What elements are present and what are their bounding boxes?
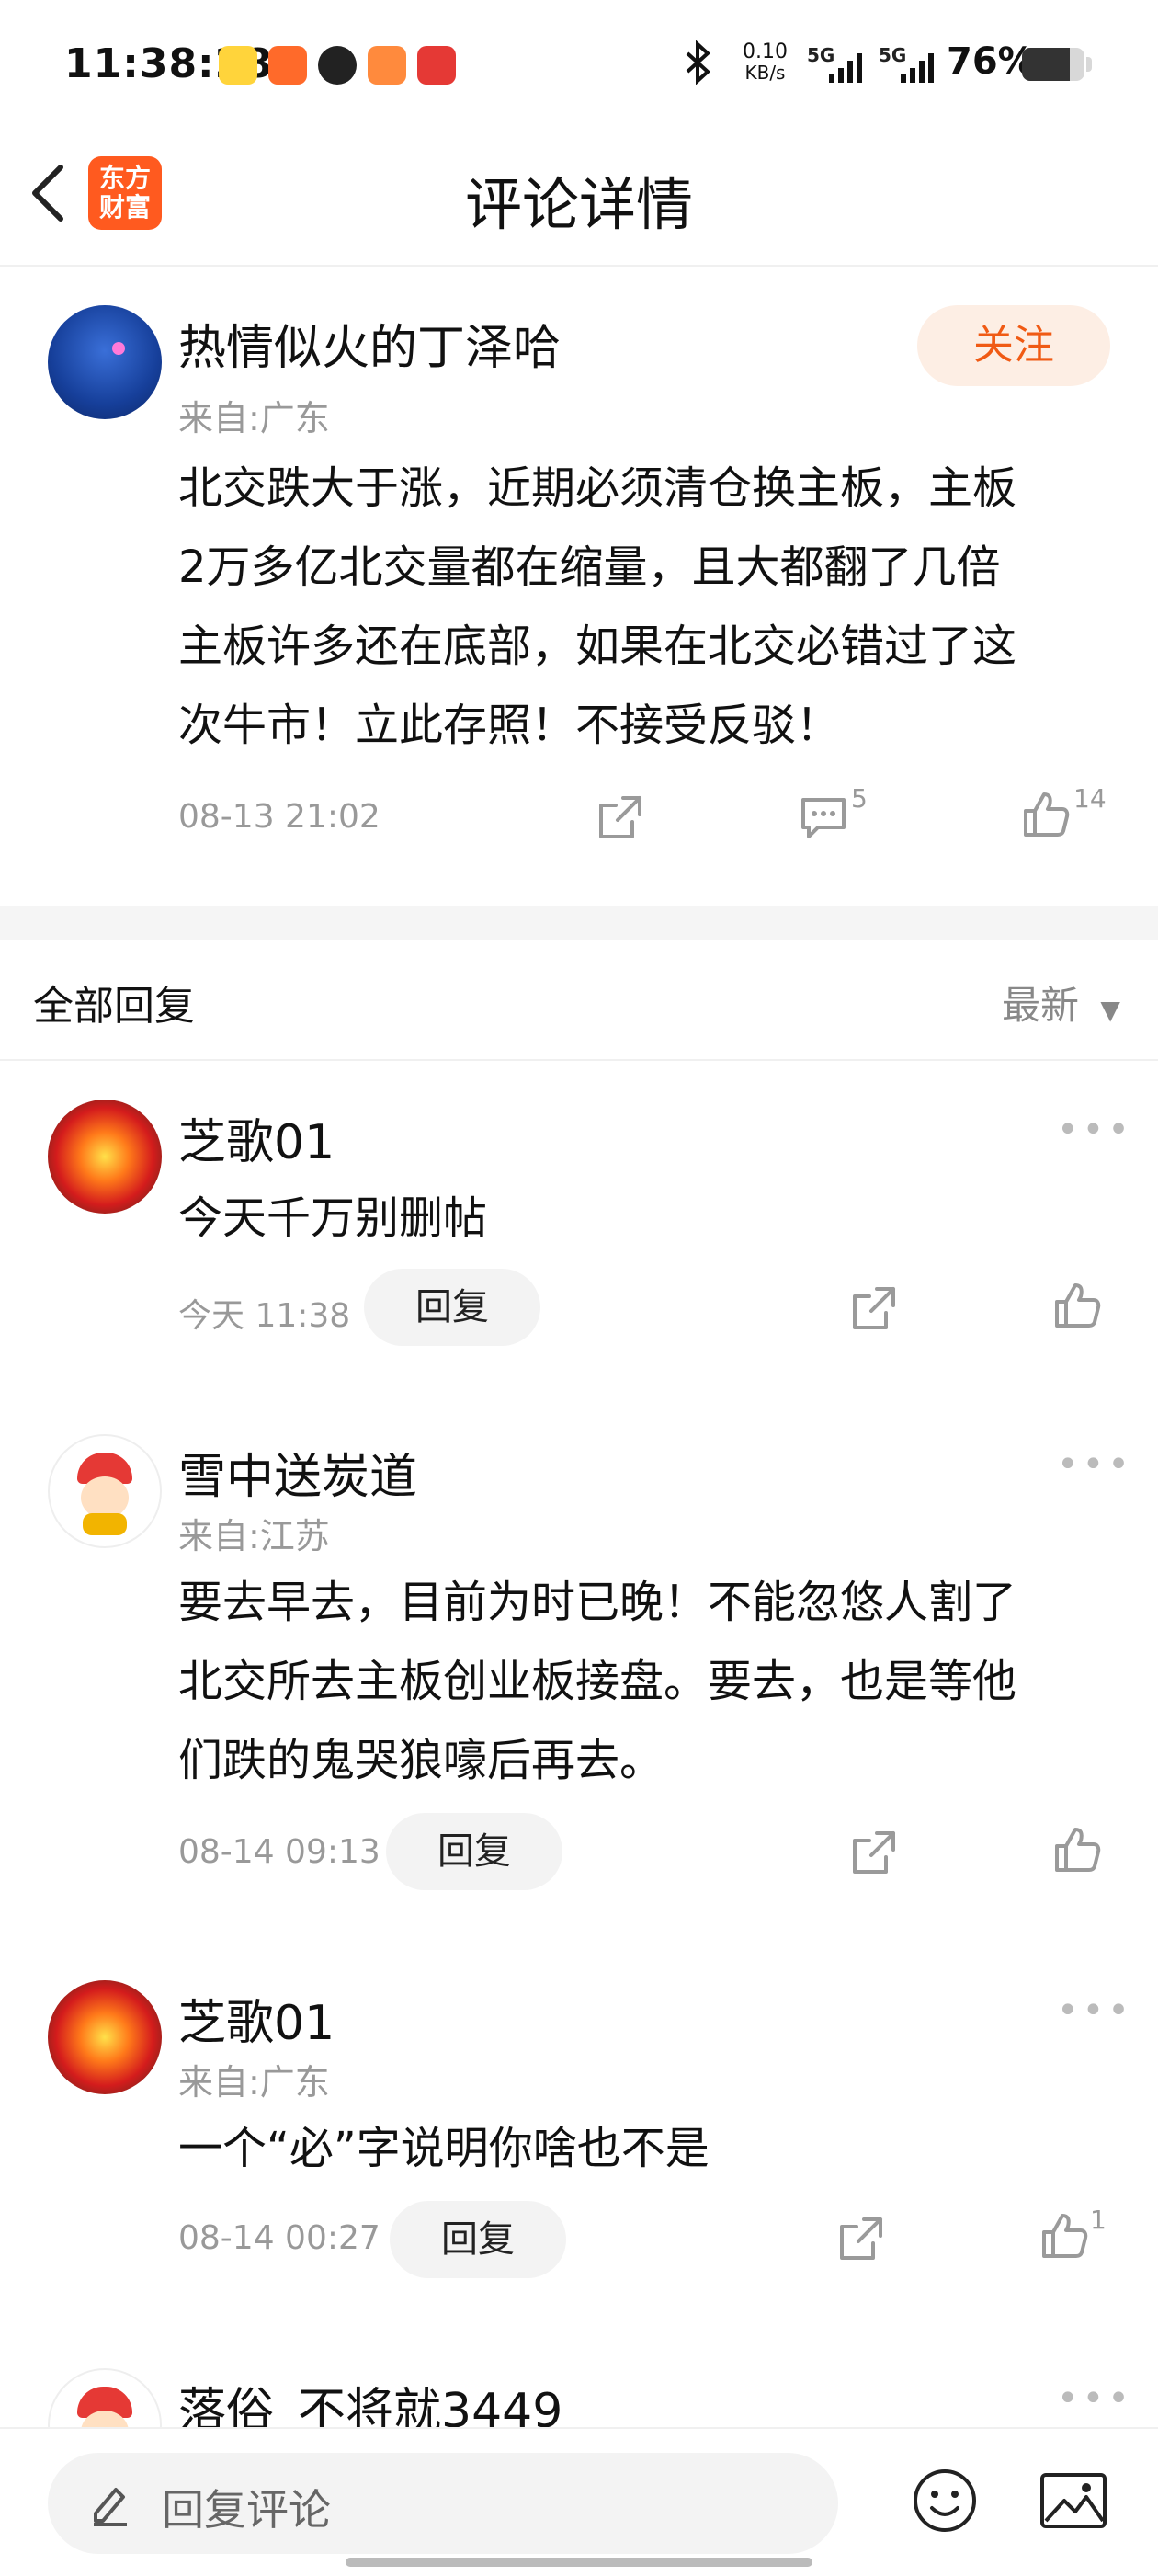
sort-label: 最新 bbox=[1002, 983, 1080, 1028]
caret-down-icon: ▼ bbox=[1100, 995, 1120, 1025]
like-count: 14 bbox=[1073, 783, 1107, 814]
like-icon[interactable] bbox=[1020, 789, 1072, 840]
reply-button[interactable]: 回复 bbox=[364, 1269, 540, 1346]
app-notification-icon bbox=[318, 46, 357, 85]
like-icon[interactable] bbox=[1051, 1824, 1103, 1875]
reply-input-placeholder: 回复评论 bbox=[162, 2485, 331, 2535]
avatar-accent bbox=[112, 342, 125, 355]
reply-content: 今天千万别删帖 bbox=[178, 1179, 487, 1258]
content-line: 北交所去主板创业板接盘。要去，也是等他 bbox=[178, 1656, 1017, 1707]
content-line: 次牛市！立此存照！不接受反驳！ bbox=[178, 700, 841, 751]
reply-author-avatar[interactable] bbox=[48, 1434, 162, 1548]
content-line: 们跌的鬼哭狼嚎后再去。 bbox=[178, 1735, 664, 1786]
app-notification-icon bbox=[417, 46, 456, 85]
content-line: 北交跌大于涨，近期必须清仓换主板，主板 bbox=[178, 462, 1017, 514]
reply-location: 来自:广东 bbox=[178, 2062, 330, 2103]
share-icon[interactable] bbox=[849, 1283, 899, 1333]
more-options-icon[interactable]: ••• bbox=[1057, 1109, 1133, 1151]
image-icon[interactable] bbox=[1039, 2468, 1108, 2537]
more-options-icon[interactable]: ••• bbox=[1057, 1989, 1133, 2032]
reply-author-name[interactable]: 芝歌01 bbox=[178, 1103, 335, 1172]
content-line: 要去早去，目前为时已晚！不能忽悠人割了 bbox=[178, 1577, 1017, 1628]
app-notification-icon bbox=[268, 46, 307, 85]
share-icon[interactable] bbox=[596, 792, 645, 842]
pencil-icon bbox=[88, 2480, 132, 2530]
reply-location: 来自:江苏 bbox=[178, 1516, 330, 1556]
post-time: 08-13 21:02 bbox=[178, 798, 380, 836]
emoji-icon[interactable] bbox=[910, 2466, 980, 2539]
reply-author-name[interactable]: 雪中送炭道 bbox=[178, 1438, 417, 1507]
reply-time: 今天 11:38 bbox=[178, 1297, 351, 1335]
share-icon[interactable] bbox=[849, 1828, 899, 1877]
app-notification-icon bbox=[368, 46, 406, 85]
net-speed: 0.10 KB/s bbox=[743, 40, 788, 84]
reply-content: 要去早去，目前为时已晚！不能忽悠人割了 北交所去主板创业板接盘。要去，也是等他 … bbox=[178, 1563, 1134, 1800]
reply-button[interactable]: 回复 bbox=[390, 2201, 566, 2278]
more-options-icon[interactable]: ••• bbox=[1057, 1443, 1133, 1486]
battery-cap bbox=[1086, 57, 1092, 72]
status-bar: 11:38:28 0.10 KB/s 5G 5G 76% bbox=[0, 0, 1158, 138]
content-line: 一个“必”字说明你啥也不是 bbox=[178, 2123, 710, 2174]
reply-time: 08-14 09:13 bbox=[178, 1833, 380, 1871]
sort-dropdown[interactable]: 最新 ▼ bbox=[1002, 975, 1120, 1031]
section-separator bbox=[0, 906, 1158, 940]
share-icon[interactable] bbox=[836, 2214, 886, 2263]
bluetooth-icon bbox=[680, 40, 717, 94]
comment-icon[interactable] bbox=[798, 792, 849, 842]
header-divider bbox=[0, 265, 1158, 267]
like-icon[interactable] bbox=[1051, 1280, 1103, 1331]
like-icon[interactable] bbox=[1039, 2210, 1090, 2262]
all-replies-title: 全部回复 bbox=[33, 983, 195, 1030]
page-title: 评论详情 bbox=[464, 171, 693, 238]
reply-author-avatar[interactable] bbox=[48, 1980, 162, 2094]
more-options-icon[interactable]: ••• bbox=[1057, 2377, 1133, 2420]
content-line: 主板许多还在底部，如果在北交必错过了这 bbox=[178, 621, 1017, 672]
battery-icon bbox=[1022, 48, 1084, 81]
app-notification-icon bbox=[219, 46, 257, 85]
signal-icon bbox=[899, 51, 937, 86]
comment-count: 5 bbox=[851, 783, 868, 814]
reply-button[interactable]: 回复 bbox=[386, 1813, 562, 1890]
reply-time: 08-14 00:27 bbox=[178, 2219, 380, 2257]
post-location: 来自:广东 bbox=[178, 398, 330, 439]
reply-author-avatar[interactable] bbox=[48, 1100, 162, 1214]
post-author-name[interactable]: 热情似火的丁泽哈 bbox=[178, 309, 561, 378]
reply-author-name[interactable]: 芝歌01 bbox=[178, 1984, 335, 2053]
section-divider bbox=[0, 1059, 1158, 1061]
home-indicator bbox=[346, 2558, 812, 2567]
signal-icon bbox=[827, 51, 866, 86]
content-line: 今天千万别删帖 bbox=[178, 1192, 488, 1244]
content-line: 2万多亿北交量都在缩量，且大都翻了几倍 bbox=[178, 541, 1001, 593]
reply-content: 一个“必”字说明你啥也不是 bbox=[178, 2109, 710, 2188]
post-author-avatar[interactable] bbox=[48, 305, 162, 419]
like-count: 1 bbox=[1090, 2205, 1107, 2235]
post-content: 北交跌大于涨，近期必须清仓换主板，主板 2万多亿北交量都在缩量，且大都翻了几倍 … bbox=[178, 449, 1134, 765]
follow-button[interactable]: 关注 bbox=[917, 305, 1110, 386]
